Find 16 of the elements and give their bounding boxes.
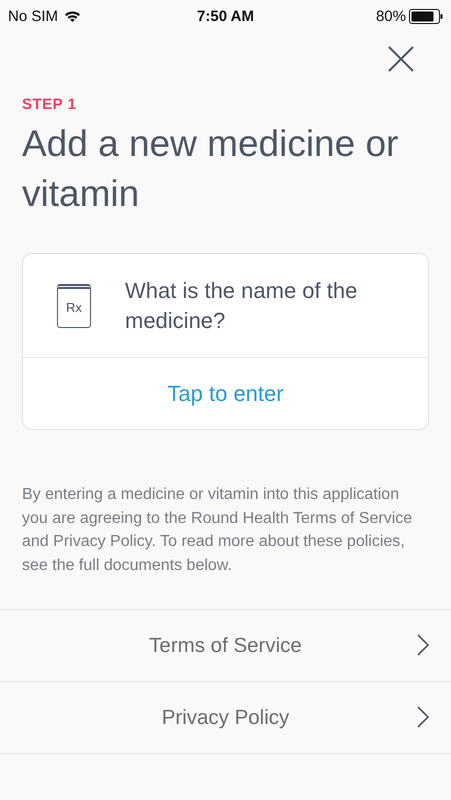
clock-time: 7:50 AM: [197, 8, 254, 24]
battery-percent: 80%: [376, 8, 406, 24]
document-link[interactable]: Privacy Policy: [0, 682, 451, 754]
disclaimer-text: By entering a medicine or vitamin into this application you are agreeing to the Round Health Terms of Service and Privacy Policy. To read more about these policies, see the full documents below.: [22, 485, 414, 576]
chevron-icon: [417, 634, 429, 656]
close-icon[interactable]: [388, 46, 414, 72]
question-text: What is the name of the medicine?: [125, 276, 358, 334]
rx-label: Rx: [66, 300, 82, 315]
document-link[interactable]: Terms of Service: [0, 610, 451, 682]
battery-icon: [409, 8, 443, 24]
step-label: STEP 1: [22, 96, 78, 113]
wifi-icon: [64, 10, 82, 22]
page-title: Add a new medicine or vitamin: [22, 122, 400, 216]
carrier-label: No SIM: [8, 8, 58, 24]
tap-to-enter-button[interactable]: Tap to enter: [23, 358, 428, 429]
chevron-icon: [417, 706, 429, 728]
